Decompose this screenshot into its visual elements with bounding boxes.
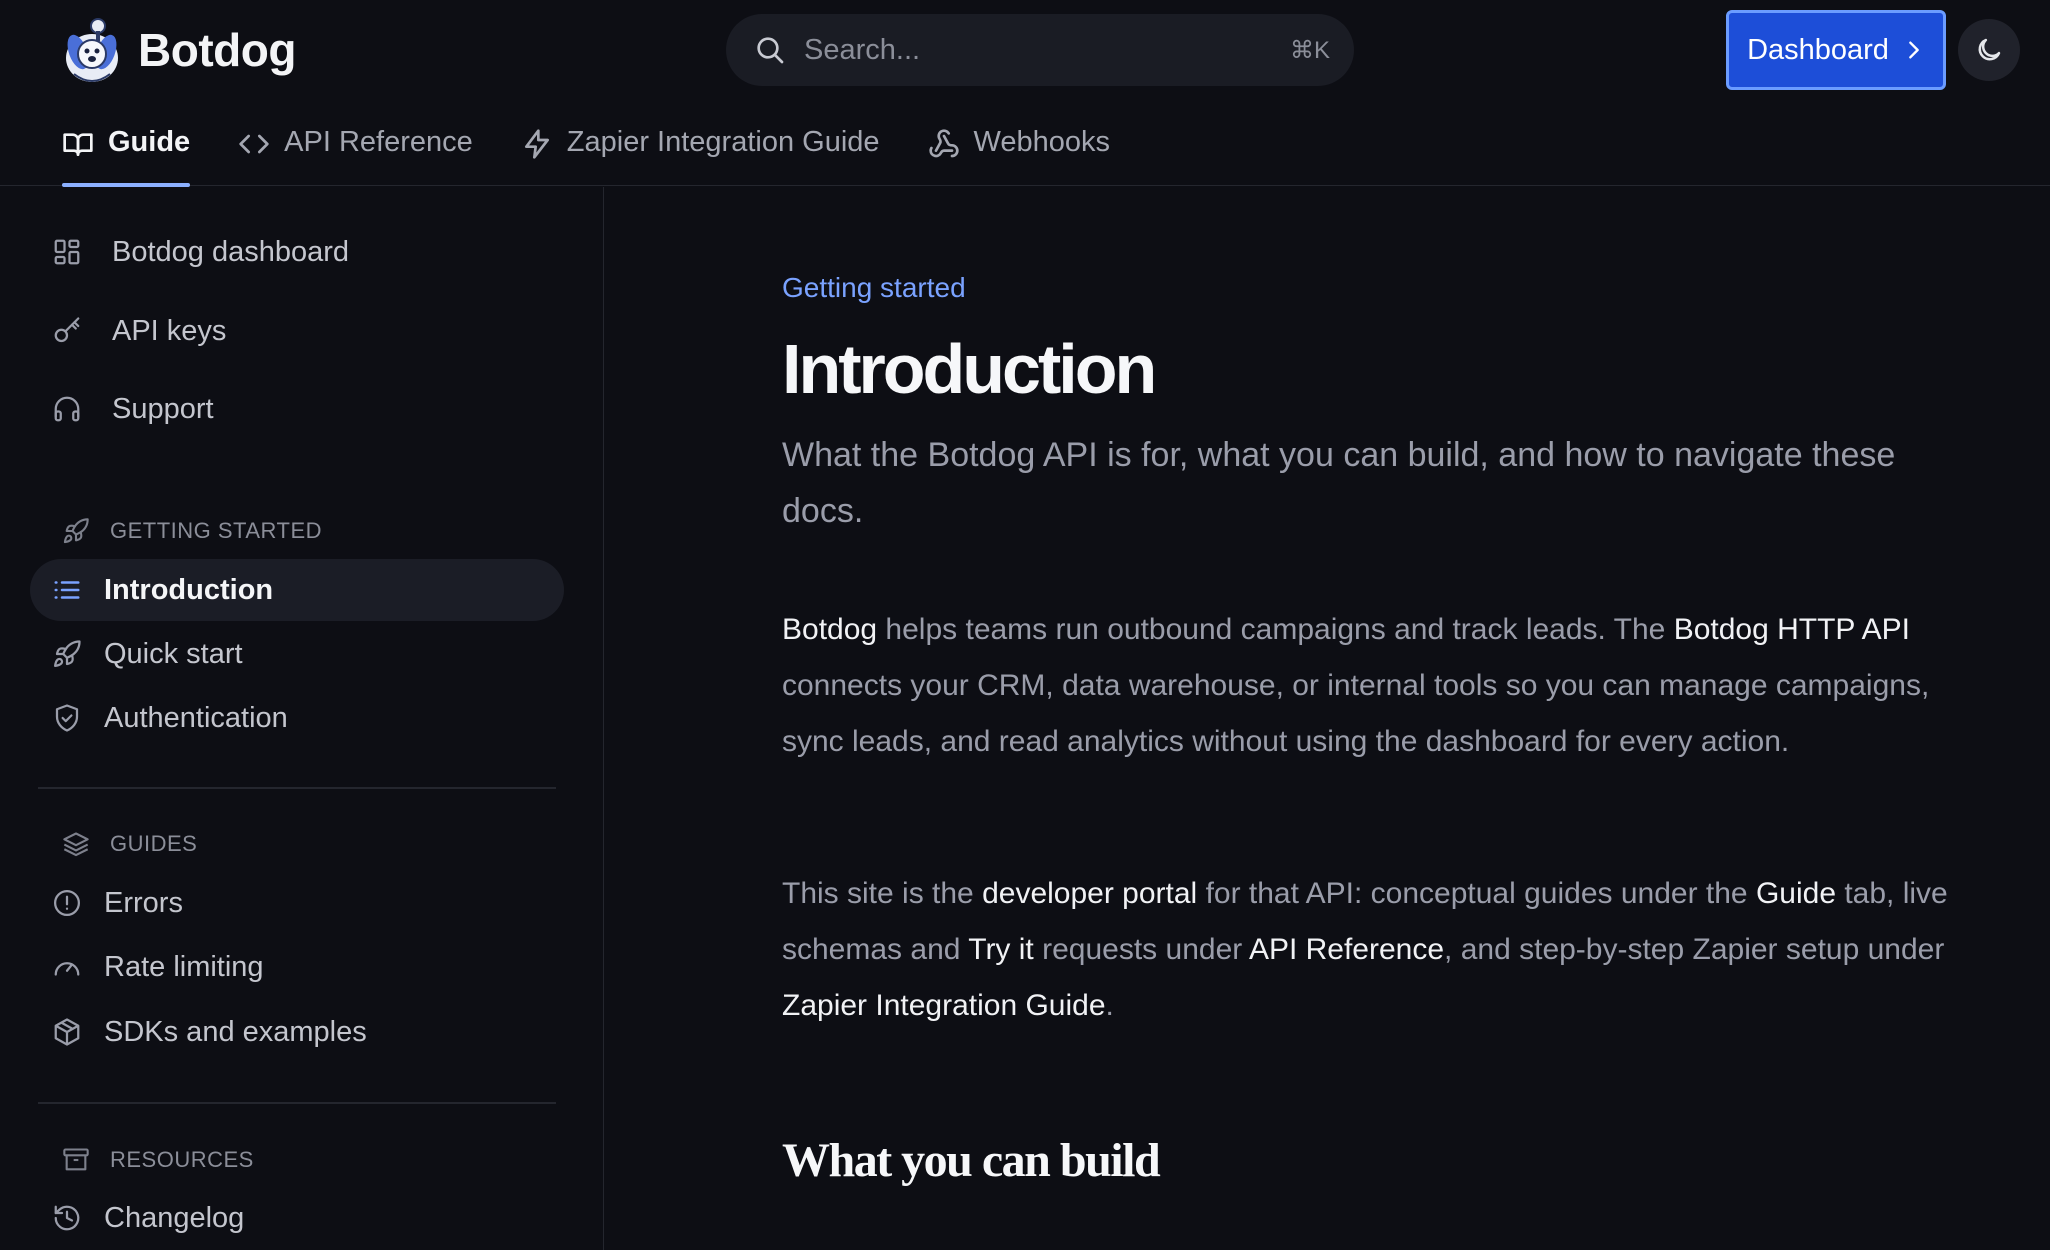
rocket-icon	[63, 518, 89, 544]
sidebar-divider	[38, 787, 556, 789]
key-icon	[54, 317, 80, 343]
emphasis-text: Guide	[1755, 877, 1837, 910]
sidebar-item-quick-start[interactable]: Quick start	[30, 623, 564, 685]
emphasis-text: Botdog	[782, 613, 878, 646]
section-guides: GUIDES	[62, 830, 197, 858]
sidebar-item-label: Botdog dashboard	[112, 235, 350, 268]
search-icon	[757, 37, 784, 64]
section-title: GUIDES	[110, 831, 198, 856]
logo[interactable]: Botdog	[60, 14, 296, 86]
emphasis-text: Try it	[968, 933, 1034, 966]
dashboard-button-label: Dashboard	[1747, 33, 1889, 66]
list-icon	[54, 581, 80, 599]
section-resources: RESOURCES	[62, 1146, 254, 1174]
archive-icon	[63, 1148, 89, 1171]
section-heading: What you can build	[782, 1134, 1161, 1187]
sidebar: Botdog dashboard API keys Support GETTIN…	[0, 187, 604, 1250]
book-open-icon	[63, 133, 93, 156]
dashboard-button[interactable]: Dashboard	[1726, 10, 1946, 90]
tab-label: Zapier Integration Guide	[566, 126, 880, 158]
sidebar-item-support[interactable]: Support	[30, 378, 564, 440]
search-placeholder: Search...	[804, 33, 921, 66]
sidebar-item-botdog-dashboard[interactable]: Botdog dashboard	[30, 221, 564, 283]
body-text: for that API: conceptual guides under th…	[1197, 877, 1756, 910]
botdog-logo-icon	[66, 18, 118, 82]
sidebar-item-rate-limiting[interactable]: Rate limiting	[30, 936, 564, 998]
tab-label: Guide	[108, 126, 191, 158]
tab-webhooks[interactable]: Webhooks	[928, 112, 1111, 186]
search-input[interactable]: Search... ⌘K	[726, 14, 1354, 86]
sidebar-item-label: Introduction	[104, 573, 274, 606]
code-icon	[239, 134, 269, 154]
sidebar-item-label: Quick start	[104, 637, 243, 670]
sidebar-item-changelog[interactable]: Changelog	[30, 1187, 564, 1249]
emphasis-text: developer portal	[982, 877, 1198, 910]
body-text: requests under	[1033, 933, 1249, 966]
page-subtitle: What the Botdog API is for, what you can…	[782, 436, 1896, 530]
lightning-icon	[524, 129, 549, 159]
portal-paragraph: This site is the developer portal for th…	[782, 866, 1982, 1034]
tab-label: Webhooks	[973, 126, 1111, 158]
sidebar-item-label: Authentication	[104, 701, 288, 734]
section-title: RESOURCES	[110, 1147, 254, 1172]
emphasis-text: Zapier Integration Guide	[782, 989, 1106, 1022]
section-getting-started: GETTING STARTED	[62, 517, 322, 545]
sidebar-item-label: Support	[112, 392, 214, 425]
sidebar-item-introduction[interactable]: Introduction	[30, 559, 564, 621]
tab-label: API Reference	[284, 126, 473, 158]
chevron-right-icon	[1909, 41, 1919, 59]
layers-icon	[63, 832, 89, 857]
alert-circle-icon	[54, 890, 80, 916]
emphasis-text: Botdog HTTP API	[1673, 613, 1910, 646]
grid-icon	[54, 239, 80, 265]
webhook-icon	[928, 129, 959, 158]
search-shortcut: ⌘K	[1289, 36, 1330, 64]
body-text: This site is the	[782, 877, 983, 910]
sidebar-item-sdks-and-examples[interactable]: SDKs and examples	[30, 1001, 564, 1063]
tab-api-reference[interactable]: API Reference	[238, 112, 473, 186]
shield-icon	[55, 704, 79, 732]
page-title: Introduction	[782, 330, 1157, 408]
top-header: Botdog Search... ⌘K Dashboard Guide API …	[0, 0, 2050, 187]
sidebar-item-label: Changelog	[104, 1201, 245, 1234]
emphasis-text: API Reference	[1248, 933, 1445, 966]
rocket-icon	[54, 640, 81, 667]
sidebar-divider	[38, 1102, 556, 1104]
body-text: connects your CRM, data warehouse, or in…	[782, 669, 1930, 758]
tab-zapier-integration-guide[interactable]: Zapier Integration Guide	[521, 112, 880, 186]
sidebar-item-authentication[interactable]: Authentication	[30, 687, 564, 749]
sidebar-item-label: API keys	[112, 314, 227, 347]
section-title: GETTING STARTED	[110, 518, 323, 543]
headphones-icon	[54, 396, 80, 422]
moon-icon	[1978, 38, 2001, 61]
sidebar-item-label: Errors	[104, 886, 183, 919]
top-tabs: Guide API Reference Zapier Integration G…	[62, 112, 1111, 187]
gauge-icon	[54, 962, 80, 976]
body-text: .	[1105, 989, 1114, 1022]
theme-toggle-button[interactable]	[1958, 19, 2020, 81]
package-icon	[54, 1018, 80, 1046]
history-icon	[54, 1205, 80, 1231]
tab-guide[interactable]: Guide	[62, 112, 191, 187]
sidebar-item-label: SDKs and examples	[104, 1015, 367, 1048]
breadcrumb[interactable]: Getting started	[782, 272, 966, 304]
body-text: , and step-by-step Zapier setup under	[1444, 933, 1945, 966]
body-text: helps teams run outbound campaigns and t…	[877, 613, 1674, 646]
sidebar-item-api-keys[interactable]: API keys	[30, 300, 564, 362]
sidebar-item-label: Rate limiting	[104, 950, 264, 983]
brand-name: Botdog	[138, 24, 296, 76]
intro-paragraph: Botdog helps teams run outbound campaign…	[782, 602, 1982, 770]
sidebar-item-errors[interactable]: Errors	[30, 872, 564, 934]
